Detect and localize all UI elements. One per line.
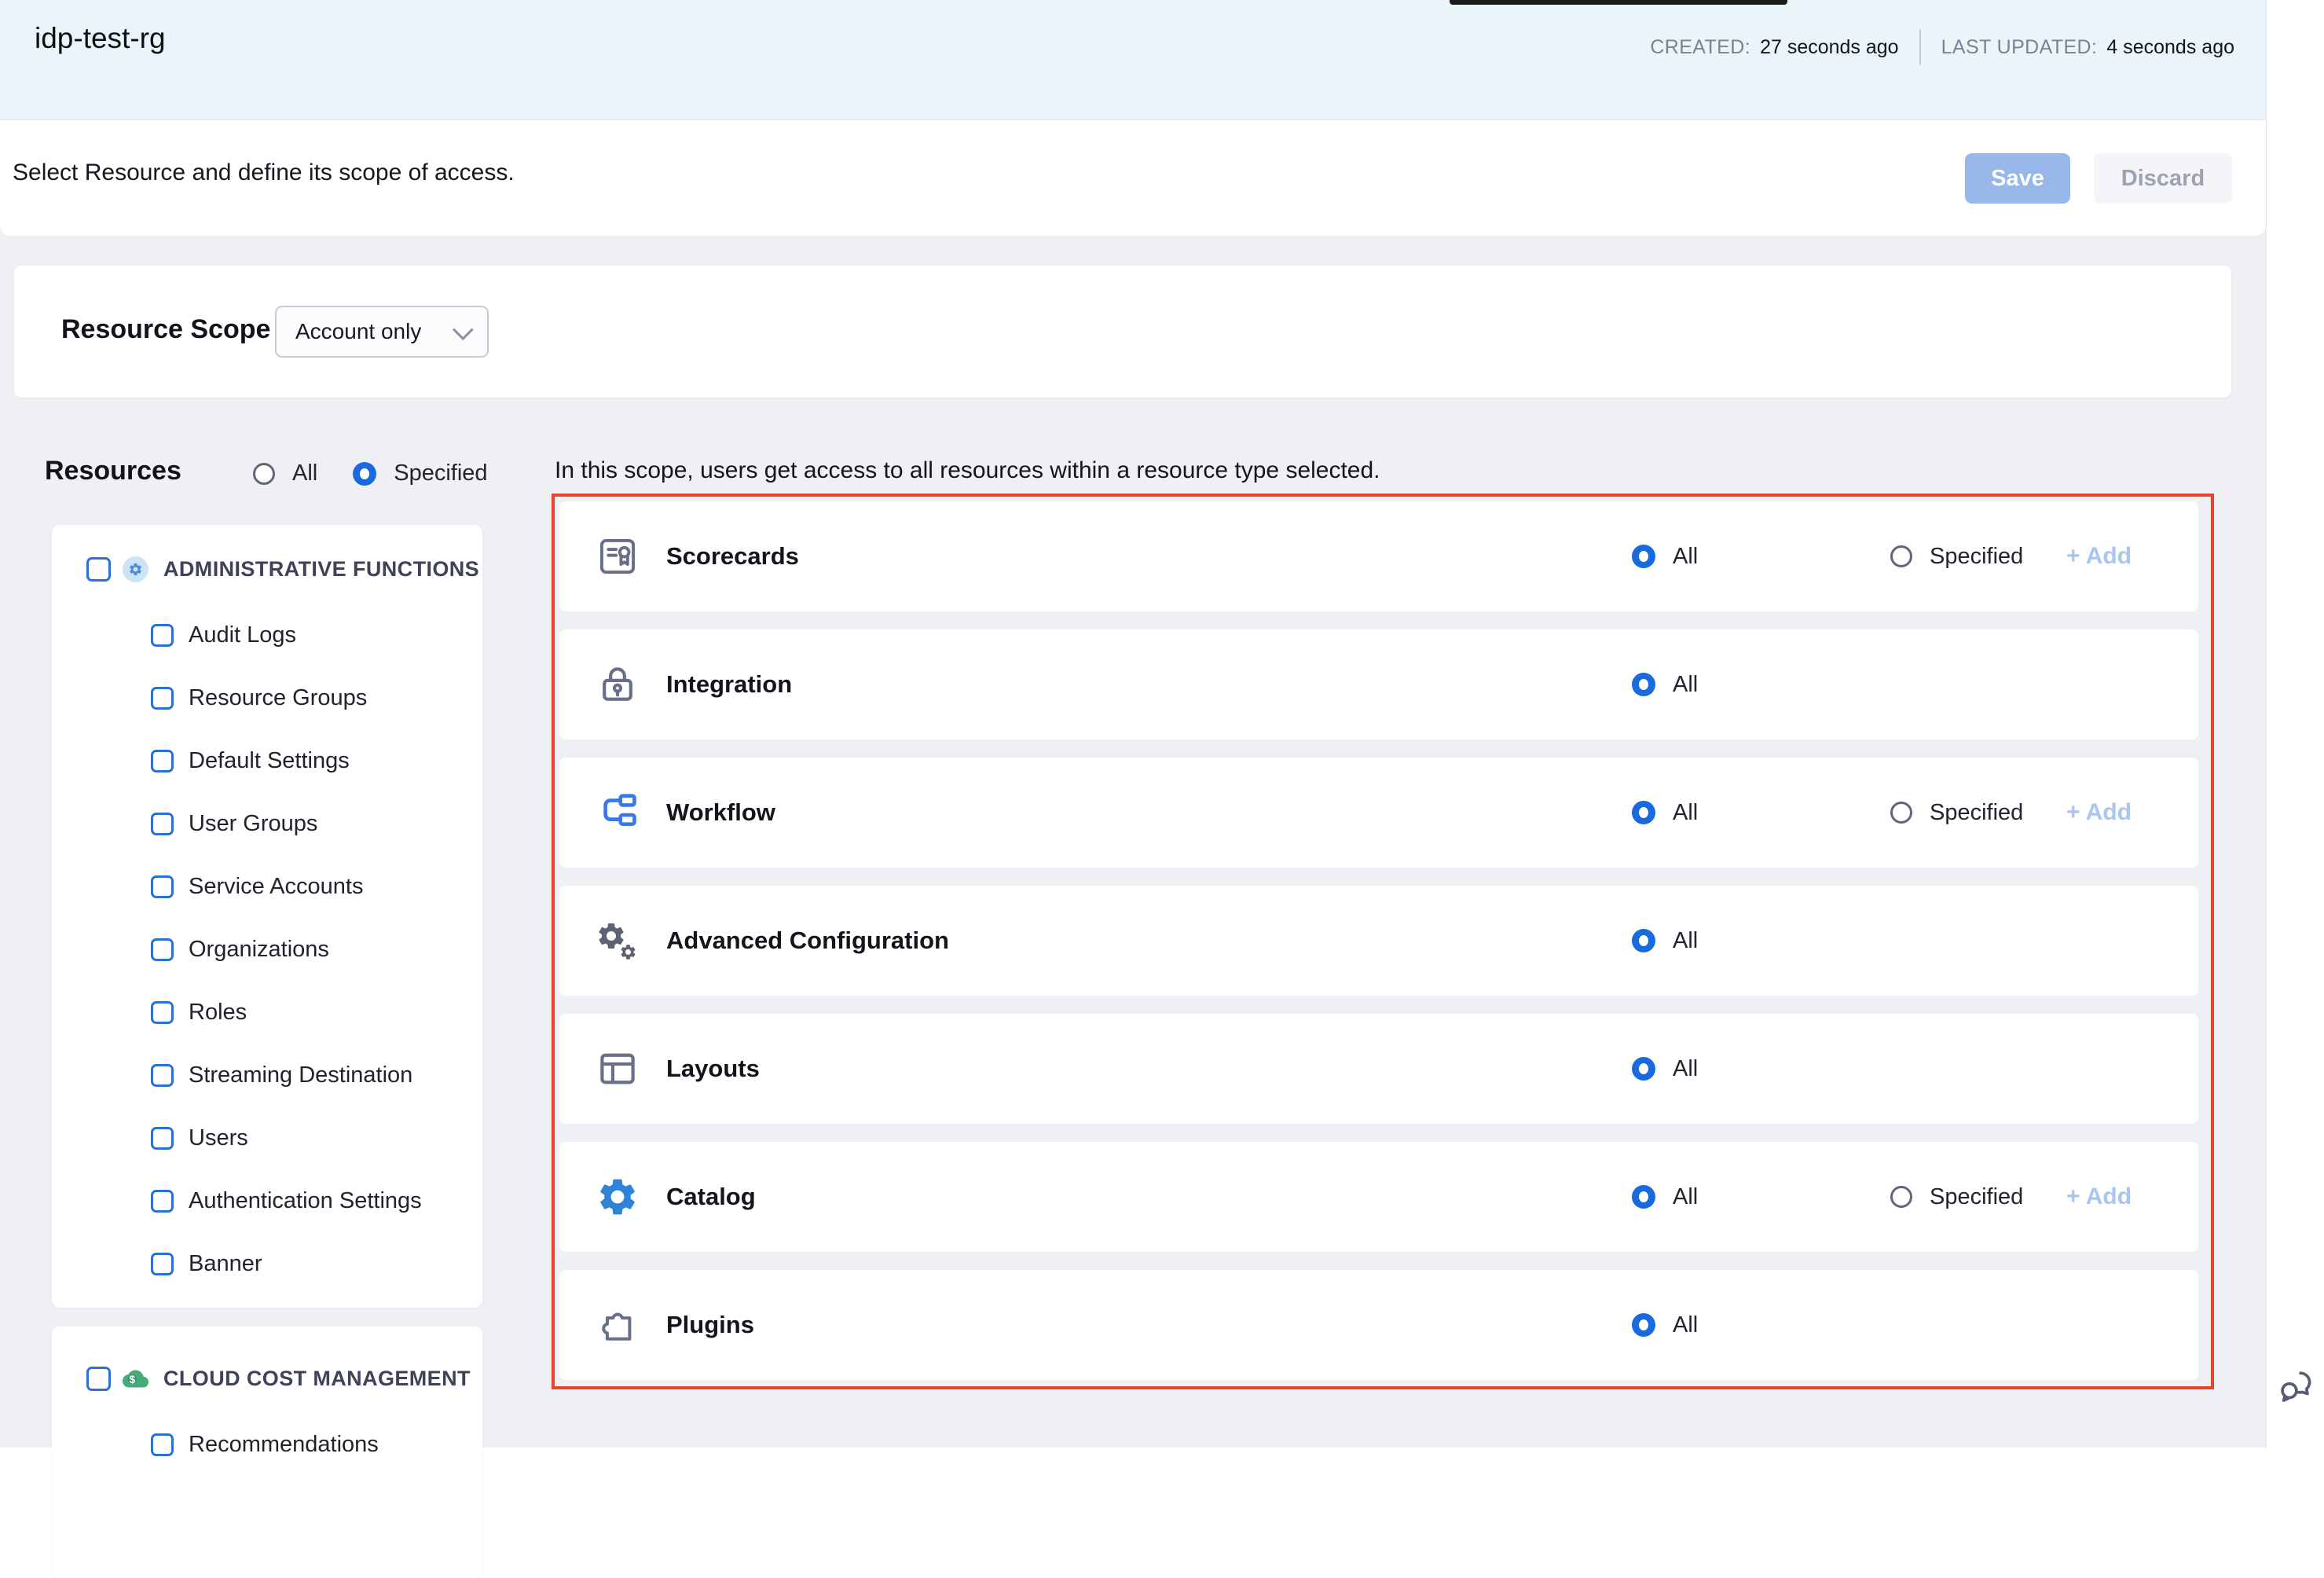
resource-type-label: Layouts [666, 1055, 760, 1083]
resource-type-row-scorecards: Scorecards All Specified + Add [559, 501, 2198, 611]
resource-type-label: Integration [666, 670, 792, 699]
item-checkbox[interactable] [151, 813, 174, 835]
specified-radio[interactable] [1890, 802, 1912, 824]
save-button[interactable]: Save [1965, 153, 2070, 204]
updated-value: 4 seconds ago [2106, 36, 2234, 59]
specified-radio[interactable] [1890, 545, 1912, 567]
layouts-icon [596, 1047, 640, 1091]
resource-type-label: Workflow [666, 798, 775, 827]
item-checkbox[interactable] [151, 624, 174, 647]
all-radio[interactable] [1632, 801, 1655, 824]
scope-description: In this scope, users get access to all r… [555, 457, 1380, 484]
all-radio[interactable] [1632, 1185, 1655, 1209]
chat-help-icon[interactable] [2275, 1366, 2316, 1407]
panel-drag-handle [1450, 0, 1787, 5]
created-label: CREATED: [1650, 36, 1750, 59]
group-header-ccm: $ CLOUD COST MANAGEMENT [52, 1353, 482, 1404]
group-checkbox[interactable] [86, 557, 111, 582]
group-label: CLOUD COST MANAGEMENT [163, 1367, 471, 1391]
item-checkbox[interactable] [151, 1433, 174, 1456]
resource-type-row-catalog: Catalog All Specified + Add [559, 1142, 2198, 1252]
all-radio[interactable] [1632, 1313, 1655, 1337]
resource-scope-label: Resource Scope [61, 314, 270, 345]
workflow-icon [596, 791, 640, 835]
admin-functions-icon [123, 556, 148, 582]
item-checkbox[interactable] [151, 1001, 174, 1024]
resource-type-label: Plugins [666, 1311, 754, 1339]
main-panel: idp-test-rg CREATED: 27 seconds ago LAST… [0, 0, 2266, 1448]
right-gutter [2266, 0, 2324, 1448]
all-radio[interactable] [1632, 1057, 1655, 1081]
tree-item-service-accounts: Service Accounts [52, 855, 482, 918]
item-checkbox[interactable] [151, 687, 174, 710]
integration-lock-icon [596, 662, 640, 706]
chevron-down-icon [453, 319, 474, 340]
resource-type-label: Scorecards [666, 542, 799, 571]
group-label: ADMINISTRATIVE FUNCTIONS [163, 557, 479, 582]
resources-all-label: All [292, 461, 317, 486]
item-checkbox[interactable] [151, 750, 174, 772]
resources-radio-group: All Specified [253, 461, 488, 486]
resources-title: Resources [45, 456, 181, 486]
plugins-icon [596, 1303, 640, 1347]
item-checkbox[interactable] [151, 1064, 174, 1087]
tree-item-recommendations: Recommendations [52, 1413, 482, 1476]
tree-item-banner: Banner [52, 1232, 482, 1295]
resource-type-label: Advanced Configuration [666, 927, 949, 955]
tree-item-users: Users [52, 1106, 482, 1169]
resource-type-row-advanced-configuration: Advanced Configuration All [559, 886, 2198, 996]
action-toolbar: Select Resource and define its scope of … [0, 120, 2266, 236]
item-checkbox[interactable] [151, 1253, 174, 1275]
add-button[interactable]: + Add [2066, 543, 2132, 570]
all-radio[interactable] [1632, 673, 1655, 696]
meta-divider [1919, 29, 1921, 65]
group-header-admin: ADMINISTRATIVE FUNCTIONS [52, 544, 482, 594]
resource-group-card-admin: ADMINISTRATIVE FUNCTIONS Audit Logs Reso… [52, 525, 482, 1308]
resource-type-row-layouts: Layouts All [559, 1014, 2198, 1124]
resource-type-label: Catalog [666, 1183, 756, 1211]
dropdown-value: Account only [295, 319, 421, 344]
advanced-configuration-icon [596, 919, 640, 963]
resources-all-radio[interactable] [253, 463, 275, 485]
tree-item-streaming-destination: Streaming Destination [52, 1044, 482, 1106]
resource-scope-dropdown[interactable]: Account only [275, 306, 489, 358]
tree-item-authentication-settings: Authentication Settings [52, 1169, 482, 1232]
resource-type-row-workflow: Workflow All Specified + Add [559, 758, 2198, 868]
page-header: idp-test-rg CREATED: 27 seconds ago LAST… [0, 0, 2266, 120]
item-checkbox[interactable] [151, 875, 174, 898]
resource-group-card-ccm: $ CLOUD COST MANAGEMENT Recommendations [52, 1327, 482, 1578]
svg-text:$: $ [130, 1374, 136, 1385]
item-checkbox[interactable] [151, 1127, 174, 1150]
cloud-cost-icon: $ [123, 1366, 148, 1392]
page-title: idp-test-rg [35, 22, 166, 55]
updated-label: LAST UPDATED: [1941, 36, 2098, 59]
created-value: 27 seconds ago [1760, 36, 1899, 59]
all-radio[interactable] [1632, 929, 1655, 952]
resources-specified-label: Specified [394, 461, 487, 486]
toolbar-description: Select Resource and define its scope of … [13, 160, 515, 186]
add-button[interactable]: + Add [2066, 1184, 2132, 1210]
resources-specified-radio[interactable] [353, 462, 376, 486]
resource-scope-card: Resource Scope Account only [14, 266, 2231, 398]
discard-button[interactable]: Discard [2094, 153, 2232, 204]
resource-type-row-integration: Integration All [559, 629, 2198, 739]
tree-item-user-groups: User Groups [52, 792, 482, 855]
catalog-icon [596, 1175, 640, 1219]
tree-item-default-settings: Default Settings [52, 729, 482, 792]
tree-item-audit-logs: Audit Logs [52, 604, 482, 666]
item-checkbox[interactable] [151, 938, 174, 961]
specified-radio[interactable] [1890, 1186, 1912, 1208]
all-radio[interactable] [1632, 545, 1655, 568]
scorecards-icon [596, 534, 640, 578]
tree-item-organizations: Organizations [52, 918, 482, 981]
tree-item-roles: Roles [52, 981, 482, 1044]
item-checkbox[interactable] [151, 1190, 174, 1213]
tree-item-resource-groups: Resource Groups [52, 666, 482, 729]
resource-type-row-plugins: Plugins All [559, 1270, 2198, 1380]
group-checkbox[interactable] [86, 1367, 111, 1391]
meta-info: CREATED: 27 seconds ago LAST UPDATED: 4 … [1650, 24, 2234, 71]
add-button[interactable]: + Add [2066, 799, 2132, 826]
